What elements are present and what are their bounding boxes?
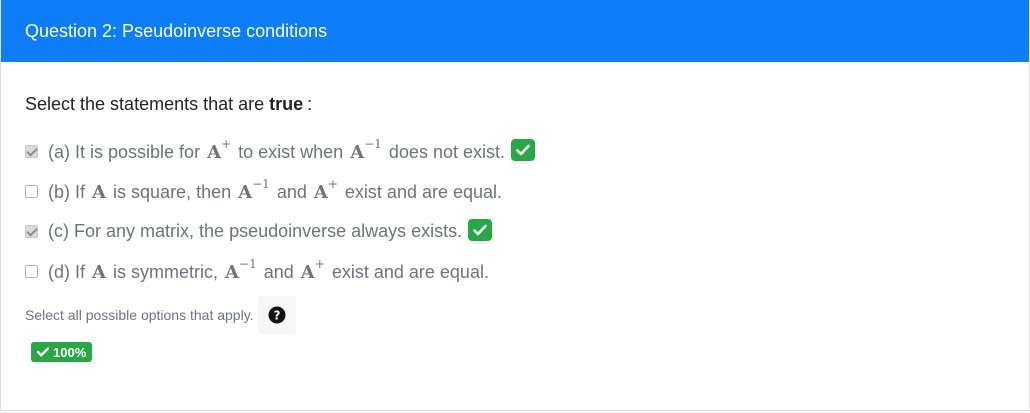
option-d-text-3: and [263, 261, 294, 282]
math-A: A−1 [350, 137, 382, 163]
question-title: Question 2: Pseudoinverse conditions [25, 20, 328, 41]
option-a-text-2: to exist when [238, 141, 344, 162]
math-A-letter: A [300, 261, 315, 283]
question-body: Select the statements that are true: (a)… [1, 62, 1029, 362]
option-a-text: (a) It is possible for A+ to exist when … [48, 137, 505, 163]
math-A-letter: A [225, 261, 240, 283]
option-c-text: (c) For any matrix, the pseudoinverse al… [48, 221, 462, 242]
option-a-checkbox[interactable] [25, 144, 38, 158]
option-b-text-1: If [75, 181, 86, 202]
math-plus-superscript: + [327, 176, 338, 191]
math-plus-superscript: + [221, 136, 232, 151]
correct-check-icon [510, 139, 535, 161]
math-A: A−1 [225, 257, 257, 283]
math-inverse-superscript: −1 [364, 136, 382, 151]
question-header: Question 2: Pseudoinverse conditions [1, 0, 1029, 62]
option-b-label: (b) [48, 181, 70, 202]
svg-text:?: ? [273, 309, 280, 323]
option-b-text: (b) If A is square, then A−1 and A+ exis… [48, 177, 503, 203]
option-a[interactable]: (a) It is possible for A+ to exist when … [25, 131, 1005, 171]
check-icon [37, 347, 49, 357]
option-b-text-2: is square, then [113, 181, 232, 202]
math-A-letter: A [238, 181, 253, 203]
question-prompt: Select the statements that are true: [25, 92, 1005, 116]
math-A: A [92, 182, 106, 203]
help-button[interactable]: ? [257, 296, 296, 334]
prompt-emphasis: true [269, 93, 304, 114]
correct-check-icon [468, 219, 493, 241]
math-inverse-superscript: −1 [239, 256, 257, 271]
math-A: A+ [313, 177, 338, 203]
help-text: Select all possible options that apply. [25, 307, 254, 323]
option-c-text-1: For any matrix, the pseudoinverse always… [74, 220, 463, 241]
math-A-letter: A [92, 181, 107, 203]
score-value: 100% [53, 344, 87, 360]
option-b-text-3: and [276, 181, 307, 202]
question-circle-icon: ? [268, 306, 286, 324]
option-b[interactable]: (b) If A is square, then A−1 and A+ exis… [25, 171, 1005, 211]
option-a-text-3: does not exist. [388, 141, 505, 162]
math-A: A+ [207, 137, 231, 163]
option-d-text-4: exist and are equal. [331, 261, 489, 282]
math-A-letter: A [92, 261, 107, 283]
math-A-letter: A [350, 141, 365, 163]
option-b-text-4: exist and are equal. [344, 181, 503, 202]
option-d-label: (d) [48, 261, 70, 282]
math-inverse-superscript: −1 [252, 176, 270, 191]
option-d-text-2: is symmetric, [113, 261, 219, 282]
math-plus-superscript: + [314, 256, 325, 271]
option-a-text-1: It is possible for [75, 141, 201, 162]
prompt-suffix: : [307, 93, 313, 114]
option-d-text-1: If [75, 261, 86, 282]
math-A-letter: A [313, 181, 328, 203]
option-a-label: (a) [48, 141, 70, 162]
math-A-letter: A [207, 141, 222, 163]
question-card: Question 2: Pseudoinverse conditions Sel… [0, 0, 1030, 411]
option-d[interactable]: (d) If A is symmetric, A−1 and A+ exist … [25, 251, 1005, 291]
option-d-checkbox[interactable] [25, 264, 38, 278]
math-A: A [92, 262, 106, 283]
prompt-prefix: Select the statements that are [25, 93, 265, 114]
math-A: A+ [300, 257, 325, 283]
option-c-checkbox[interactable] [25, 224, 38, 238]
score-badge: 100% [31, 342, 93, 362]
option-d-text: (d) If A is symmetric, A−1 and A+ exist … [48, 257, 489, 283]
option-b-checkbox[interactable] [25, 184, 38, 198]
options-list: (a) It is possible for A+ to exist when … [25, 131, 1005, 291]
help-row: Select all possible options that apply. … [25, 296, 1005, 334]
math-A: A−1 [238, 177, 270, 203]
option-c-label: (c) [48, 220, 69, 241]
option-c[interactable]: (c) For any matrix, the pseudoinverse al… [25, 211, 1005, 251]
